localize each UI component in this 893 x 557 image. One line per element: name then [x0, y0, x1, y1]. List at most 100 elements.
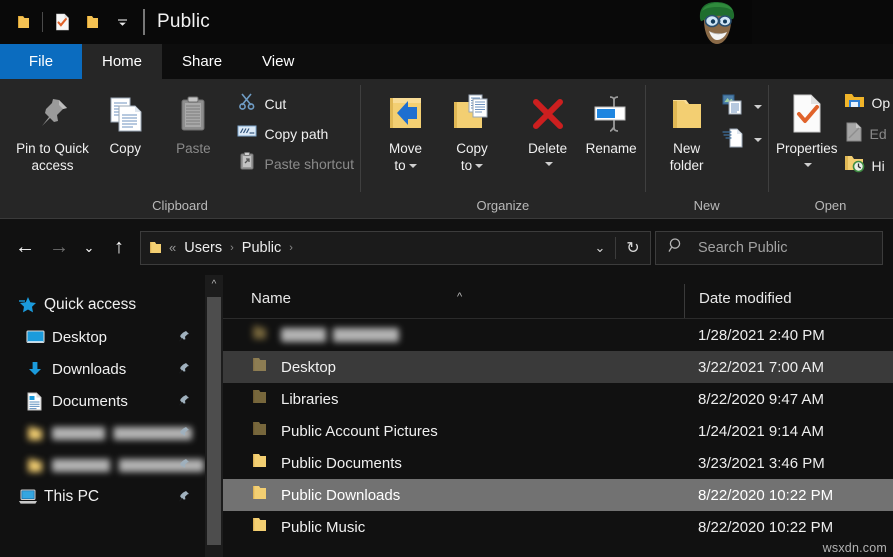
open-button[interactable]: Op [840, 88, 893, 118]
paste-label: Paste [176, 140, 211, 157]
delete-button[interactable]: Delete [518, 86, 577, 177]
pin-icon[interactable] [175, 457, 191, 478]
address-dropdown-button[interactable]: ⌄ [585, 240, 615, 256]
column-header-name-label: Name [251, 290, 291, 307]
back-button[interactable]: ← [8, 231, 42, 265]
chevron-down-icon[interactable] [409, 164, 417, 168]
folder-icon [26, 457, 52, 474]
sidebar-item-label: Documents [52, 393, 128, 410]
clipboard-small-commands: Cut [233, 86, 360, 179]
scrollbar-thumb[interactable] [207, 297, 221, 545]
easy-access-button[interactable] [718, 123, 768, 156]
ribbon-group-new: Newfolder [646, 79, 768, 219]
sidebar-item-label: Downloads [52, 361, 126, 378]
column-header-date-modified[interactable]: Date modified [684, 284, 792, 318]
chevron-down-icon[interactable] [804, 163, 812, 167]
pin-icon[interactable] [175, 393, 191, 414]
new-folder-button[interactable]: Newfolder [656, 86, 718, 178]
recent-locations-button[interactable]: ⌄ [76, 231, 102, 265]
pin-icon[interactable] [175, 361, 191, 382]
file-name: Public Music [281, 519, 365, 536]
sidebar-item-redacted-1[interactable] [0, 417, 205, 449]
edit-button[interactable]: Ed [840, 118, 893, 150]
breadcrumb-overflow-icon[interactable]: « [169, 240, 176, 255]
table-row[interactable]: Public Account Pictures 1/24/2021 9:14 A… [223, 415, 893, 447]
chevron-down-icon[interactable] [107, 7, 137, 37]
new-folder-icon[interactable] [77, 7, 107, 37]
pin-icon[interactable] [175, 489, 191, 510]
quick-access-toolbar: Public [0, 0, 210, 44]
search-input[interactable]: Search Public [655, 231, 883, 265]
file-explorer-window: Public File Home [0, 0, 893, 557]
folder-icon[interactable] [8, 7, 38, 37]
pin-icon[interactable] [175, 329, 191, 350]
tab-home[interactable]: Home [82, 44, 162, 79]
move-to-button[interactable]: Moveto [372, 86, 438, 178]
paste-shortcut-button[interactable]: Paste shortcut [233, 148, 360, 179]
forward-button[interactable]: → [42, 231, 76, 265]
properties-icon[interactable] [47, 7, 77, 37]
breadcrumb-item-users[interactable]: Users [184, 240, 222, 256]
table-row[interactable]: Public Music 8/22/2020 10:22 PM [223, 511, 893, 543]
tab-view[interactable]: View [242, 44, 314, 79]
chevron-down-icon[interactable] [754, 138, 762, 142]
tab-file[interactable]: File [0, 44, 82, 79]
file-name: Public Downloads [281, 487, 400, 504]
pin-to-quick-access-button[interactable]: Pin to Quickaccess [14, 86, 91, 178]
properties-label: Properties [776, 140, 838, 157]
table-row[interactable]: Libraries 8/22/2020 9:47 AM [223, 383, 893, 415]
avatar[interactable] [680, 0, 752, 44]
sidebar-item-this-pc[interactable]: This PC [0, 481, 205, 513]
copy-button[interactable]: Copy [91, 86, 159, 161]
table-row[interactable]: 1/28/2021 2:40 PM [223, 319, 893, 351]
sidebar-item-redacted-2[interactable] [0, 449, 205, 481]
file-date: 8/22/2020 10:22 PM [684, 487, 833, 504]
rename-button[interactable]: Rename [577, 86, 645, 161]
table-row[interactable]: Public Downloads 8/22/2020 10:22 PM [223, 479, 893, 511]
column-header-name[interactable]: ^ Name [223, 290, 684, 318]
file-rows: 1/28/2021 2:40 PM Desktop 3/22/2021 7:00… [223, 319, 893, 543]
sidebar-item-downloads[interactable]: Downloads [0, 353, 205, 385]
sidebar-item-documents[interactable]: Documents [0, 385, 205, 417]
breadcrumb[interactable]: « Users › Public › ⌄ ↻ [140, 231, 651, 265]
rename-icon [589, 90, 633, 138]
chevron-down-icon[interactable] [475, 164, 483, 168]
file-date: 3/23/2021 3:46 PM [684, 455, 825, 472]
chevron-right-icon[interactable]: › [289, 242, 293, 254]
file-date: 8/22/2020 9:47 AM [684, 391, 824, 408]
address-bar: ← → ⌄ ↑ « Users › Public › ⌄ ↻ [0, 220, 893, 275]
chevron-down-icon[interactable] [545, 162, 553, 166]
copy-to-button[interactable]: Copyto [439, 86, 505, 178]
up-button[interactable]: ↑ [102, 231, 136, 265]
ribbon-tabs: File Home Share View [0, 44, 893, 79]
new-item-button[interactable] [718, 90, 768, 123]
chevron-down-icon[interactable] [754, 105, 762, 109]
folder-icon [251, 516, 268, 538]
ribbon: Pin to Quickaccess [0, 79, 893, 219]
pin-icon[interactable] [175, 425, 191, 446]
copy-path-icon [237, 122, 257, 145]
chevron-right-icon[interactable]: › [230, 242, 234, 254]
move-to-icon [383, 90, 429, 138]
navigation-pane-scrollbar[interactable]: ^ [205, 275, 223, 557]
sidebar-item-label: This PC [44, 488, 99, 506]
file-date: 8/22/2020 10:22 PM [684, 519, 833, 536]
tab-share[interactable]: Share [162, 44, 242, 79]
sidebar-item-quick-access[interactable]: Quick access [0, 289, 205, 321]
refresh-button[interactable]: ↻ [616, 238, 650, 258]
sidebar-item-desktop[interactable]: Desktop [0, 321, 205, 353]
folder-icon [251, 484, 268, 506]
cut-button[interactable]: Cut [233, 88, 360, 119]
table-row[interactable]: Public Documents 3/23/2021 3:46 PM [223, 447, 893, 479]
scroll-up-button[interactable]: ^ [205, 275, 223, 293]
paste-button[interactable]: Paste [159, 86, 227, 161]
file-name: Public Account Pictures [281, 423, 438, 440]
table-row[interactable]: Desktop 3/22/2021 7:00 AM [223, 351, 893, 383]
breadcrumb-item-public[interactable]: Public [242, 240, 282, 256]
properties-button[interactable]: Properties [774, 86, 840, 178]
history-button[interactable]: Hi [840, 150, 893, 181]
cut-label: Cut [264, 96, 286, 112]
history-label: Hi [872, 158, 885, 174]
pin-to-quick-access-label: Pin to Quickaccess [16, 140, 89, 174]
copy-path-button[interactable]: Copy path [233, 119, 360, 148]
